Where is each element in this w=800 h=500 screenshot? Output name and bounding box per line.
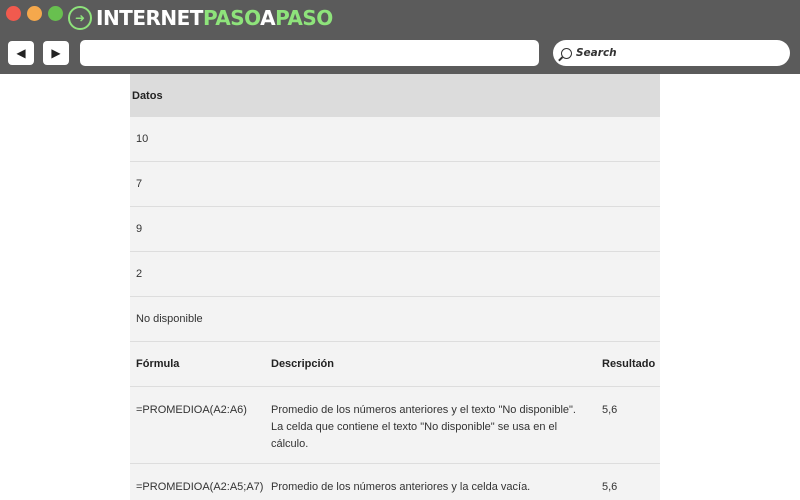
result-cell: 5,6 <box>602 481 618 493</box>
forward-button[interactable]: ▶ <box>43 41 69 65</box>
table-row: 10 <box>130 117 660 162</box>
column-header-result: Resultado <box>602 358 656 370</box>
formula-row: =PROMEDIOA(A2:A5;A7) Promedio de los núm… <box>130 464 660 500</box>
formula-row: =PROMEDIOA(A2:A6) Promedio de los número… <box>130 387 660 464</box>
search-icon <box>561 47 572 59</box>
browser-window: ➜ INTERNETPASOAPASO ◀ ▶ Search Datos 10 … <box>0 0 800 500</box>
formula-header-row: Fórmula Descripción Resultado <box>130 342 660 387</box>
formula-cell: =PROMEDIOA(A2:A5;A7) <box>136 481 264 493</box>
search-placeholder: Search <box>576 47 617 59</box>
table-row: No disponible <box>130 297 660 342</box>
table-row: 2 <box>130 252 660 297</box>
description-cell: Promedio de los números anteriores y la … <box>271 481 531 493</box>
column-header-formula: Fórmula <box>136 358 180 370</box>
table-row: 7 <box>130 162 660 207</box>
title-bar: ➜ INTERNETPASOAPASO <box>0 0 800 36</box>
minimize-window-button[interactable] <box>27 6 42 21</box>
table-row: 9 <box>130 207 660 252</box>
table-header-datos: Datos <box>130 74 660 117</box>
formula-cell: =PROMEDIOA(A2:A6) <box>136 404 247 416</box>
search-input[interactable]: Search <box>553 40 790 66</box>
maximize-window-button[interactable] <box>48 6 63 21</box>
result-cell: 5,6 <box>602 404 618 416</box>
description-cell: Promedio de los números anteriores y el … <box>271 404 576 450</box>
back-arrow-icon: ◀ <box>16 46 26 60</box>
close-window-button[interactable] <box>6 6 21 21</box>
logo-arrow-icon: ➜ <box>68 6 92 30</box>
column-header-description: Descripción <box>271 358 334 370</box>
back-button[interactable]: ◀ <box>8 41 34 65</box>
forward-arrow-icon: ▶ <box>51 46 61 60</box>
browser-toolbar: ◀ ▶ Search <box>0 36 800 74</box>
logo-text: INTERNETPASOAPASO <box>96 6 333 30</box>
site-logo: ➜ INTERNETPASOAPASO <box>68 4 333 32</box>
data-table: Datos 10 7 9 2 No disponible Fórmula Des… <box>130 74 660 500</box>
address-bar[interactable] <box>80 40 539 66</box>
page-content: Datos 10 7 9 2 No disponible Fórmula Des… <box>0 74 800 500</box>
